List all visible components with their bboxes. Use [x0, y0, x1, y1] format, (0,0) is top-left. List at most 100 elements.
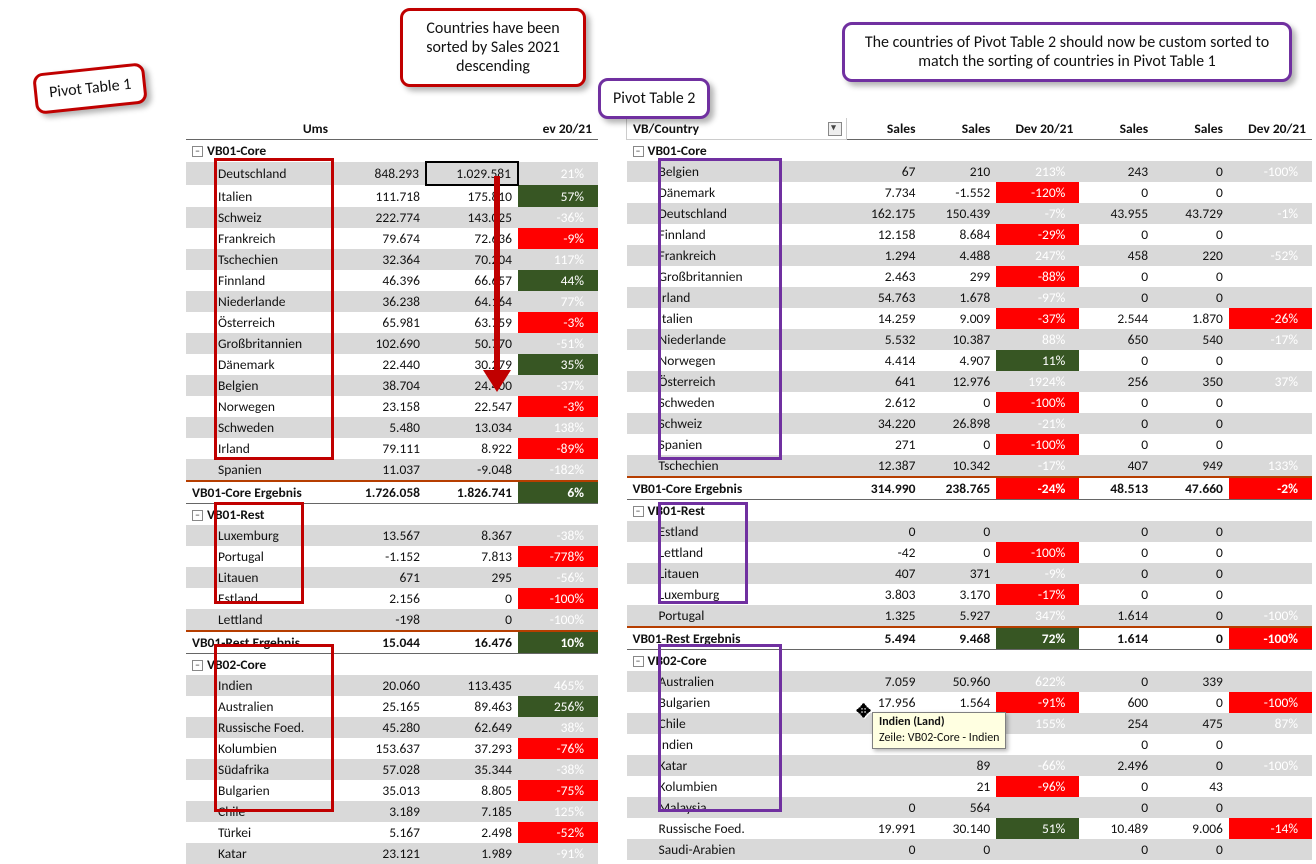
value-cell[interactable]: 0 [847, 797, 922, 818]
value-cell[interactable]: 0 [1154, 413, 1229, 434]
dev-cell[interactable]: 213% [996, 161, 1079, 182]
dev-cell[interactable]: -100% [518, 588, 598, 609]
country-cell[interactable]: Frankreich [186, 228, 334, 249]
dev-cell[interactable]: -182% [518, 459, 598, 481]
table-row[interactable]: Frankreich1.2944.488247%458220-52% [627, 245, 1313, 266]
country-cell[interactable]: Norwegen [627, 350, 847, 371]
table-row[interactable]: Irland54.7631.678-97%00 [627, 287, 1313, 308]
value-cell[interactable]: 14.259 [847, 308, 922, 329]
value-cell[interactable]: 220 [1154, 245, 1229, 266]
table-row[interactable]: Niederlande5.53210.38788%650540-17% [627, 329, 1313, 350]
value-cell[interactable]: 63.759 [426, 312, 518, 333]
table-row[interactable]: Schweiz34.22026.898-21%00 [627, 413, 1313, 434]
table-row[interactable]: Großbritannien2.463299-88%00 [627, 266, 1313, 287]
dev-cell[interactable]: -52% [1229, 245, 1312, 266]
dev-cell[interactable]: -17% [996, 455, 1079, 477]
value-cell[interactable]: 0 [1154, 797, 1229, 818]
dev-cell[interactable] [1229, 542, 1312, 563]
value-cell[interactable]: 7.185 [426, 801, 518, 822]
value-cell[interactable]: 1.325 [847, 605, 922, 627]
table-row[interactable]: Niederlande36.23864.16477% [186, 291, 598, 312]
value-cell[interactable]: 0 [847, 521, 922, 542]
value-cell[interactable]: 1.294 [847, 245, 922, 266]
value-cell[interactable]: 57.028 [334, 759, 426, 780]
country-cell[interactable]: Belgien [186, 375, 334, 396]
dev-cell[interactable]: -37% [996, 308, 1079, 329]
value-cell[interactable]: 175.810 [426, 185, 518, 207]
value-cell[interactable]: 36.238 [334, 291, 426, 312]
country-cell[interactable]: Irland [186, 438, 334, 459]
country-cell[interactable]: Niederlande [186, 291, 334, 312]
dev-cell[interactable]: 125% [518, 801, 598, 822]
value-cell[interactable]: 4.414 [847, 350, 922, 371]
dev-cell[interactable]: -100% [1229, 605, 1312, 627]
value-cell[interactable]: 0 [1079, 350, 1154, 371]
collapse-icon[interactable]: − [633, 146, 644, 157]
value-cell[interactable]: 62.649 [426, 717, 518, 738]
dev-cell[interactable]: 465% [518, 675, 598, 696]
table-row[interactable]: Estland0000 [627, 521, 1313, 542]
dev-cell[interactable] [1229, 521, 1312, 542]
collapse-icon[interactable]: − [192, 510, 203, 521]
table-row[interactable]: Portugal1.3255.927347%1.6140-100% [627, 605, 1313, 627]
value-cell[interactable]: 8.922 [426, 438, 518, 459]
country-cell[interactable]: Russische Foed. [186, 717, 334, 738]
value-cell[interactable]: 89.463 [426, 696, 518, 717]
value-cell[interactable]: 13.034 [426, 417, 518, 438]
value-cell[interactable]: 2.496 [1079, 755, 1154, 776]
value-cell[interactable]: 0 [921, 521, 996, 542]
value-cell[interactable] [847, 755, 922, 776]
value-cell[interactable]: 0 [1079, 182, 1154, 203]
dev-cell[interactable]: -3% [518, 312, 598, 333]
dev-cell[interactable]: -120% [996, 182, 1079, 203]
value-cell[interactable]: 0 [1154, 734, 1229, 755]
table-row[interactable]: Deutschland162.175150.439-7%43.95543.729… [627, 203, 1313, 224]
dev-cell[interactable]: 1924% [996, 371, 1079, 392]
value-cell[interactable]: 9.009 [921, 308, 996, 329]
value-cell[interactable]: 34.220 [847, 413, 922, 434]
value-cell[interactable]: 254 [1079, 713, 1154, 734]
table-row[interactable]: Frankreich79.67472.636-9% [186, 228, 598, 249]
dev-cell[interactable]: 21% [518, 162, 598, 185]
value-cell[interactable]: 371 [921, 563, 996, 584]
value-cell[interactable]: 0 [1154, 605, 1229, 627]
value-cell[interactable]: 1.564 [921, 692, 996, 713]
value-cell[interactable]: 1.870 [1154, 308, 1229, 329]
group-row[interactable]: −VB02-Core [186, 654, 598, 676]
value-cell[interactable]: 0 [921, 542, 996, 563]
country-cell[interactable]: Großbritannien [186, 333, 334, 354]
total-row[interactable]: VB01-Rest Ergebnis15.04416.47610% [186, 631, 598, 654]
dev-cell[interactable]: 87% [1229, 713, 1312, 734]
country-cell[interactable]: Luxemburg [627, 584, 847, 605]
value-cell[interactable]: 0 [1154, 692, 1229, 713]
country-cell[interactable]: Österreich [186, 312, 334, 333]
value-cell[interactable]: 12.158 [847, 224, 922, 245]
dev-cell[interactable] [1229, 350, 1312, 371]
value-cell[interactable]: 848.293 [334, 162, 426, 185]
value-cell[interactable]: 30.140 [921, 818, 996, 839]
value-cell[interactable]: 10.387 [921, 329, 996, 350]
value-cell[interactable]: 65.981 [334, 312, 426, 333]
value-cell[interactable]: 222.774 [334, 207, 426, 228]
value-cell[interactable]: 2.612 [847, 392, 922, 413]
collapse-icon[interactable]: − [192, 146, 203, 157]
value-cell[interactable]: 3.803 [847, 584, 922, 605]
table-row[interactable]: Luxemburg13.5678.367-38% [186, 525, 598, 546]
pivot-table-1[interactable]: Umsev 20/21 −VB01-CoreDeutschland848.293… [186, 118, 598, 864]
dev-cell[interactable]: -100% [996, 542, 1079, 563]
table-row[interactable]: Kolumbien153.63737.293-76% [186, 738, 598, 759]
value-cell[interactable]: 79.674 [334, 228, 426, 249]
value-cell[interactable]: 22.440 [334, 354, 426, 375]
dev-cell[interactable] [996, 521, 1079, 542]
value-cell[interactable]: 407 [847, 563, 922, 584]
country-cell[interactable]: Türkei [186, 822, 334, 843]
value-cell[interactable]: 0 [1154, 287, 1229, 308]
value-cell[interactable]: 0 [1079, 734, 1154, 755]
value-cell[interactable]: 1.989 [426, 843, 518, 864]
dev-cell[interactable]: 37% [1229, 371, 1312, 392]
value-cell[interactable]: 9.006 [1154, 818, 1229, 839]
value-cell[interactable]: 0 [426, 588, 518, 609]
table-row[interactable]: Deutschland848.2931.029.58121% [186, 162, 598, 185]
value-cell[interactable]: 210 [921, 161, 996, 182]
dev-cell[interactable] [1229, 734, 1312, 755]
